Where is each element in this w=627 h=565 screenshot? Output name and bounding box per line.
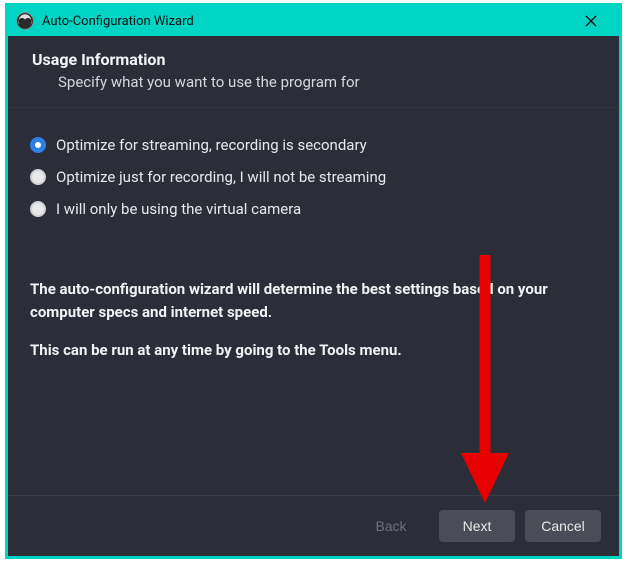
info-paragraph-1: The auto-configuration wizard will deter… (30, 278, 597, 325)
radio-icon (30, 201, 46, 217)
radio-label: Optimize just for recording, I will not … (56, 168, 386, 186)
page-subtitle: Specify what you want to use the program… (58, 73, 595, 91)
page-title: Usage Information (32, 50, 595, 69)
wizard-header: Usage Information Specify what you want … (8, 36, 619, 107)
wizard-button-bar: Back Next Cancel (8, 495, 619, 556)
wizard-content: Optimize for streaming, recording is sec… (8, 108, 619, 495)
next-button[interactable]: Next (439, 510, 515, 542)
radio-icon (30, 137, 46, 153)
radio-icon (30, 169, 46, 185)
radio-virtual-camera[interactable]: I will only be using the virtual camera (30, 200, 597, 218)
radio-label: I will only be using the virtual camera (56, 200, 301, 218)
obs-logo-icon (16, 12, 34, 30)
usage-radio-group: Optimize for streaming, recording is sec… (30, 136, 597, 218)
titlebar: Auto-Configuration Wizard (8, 6, 619, 36)
info-paragraph-2: This can be run at any time by going to … (30, 339, 597, 362)
close-button[interactable] (571, 6, 611, 36)
back-button: Back (353, 510, 429, 542)
radio-optimize-streaming[interactable]: Optimize for streaming, recording is sec… (30, 136, 597, 154)
wizard-window: Auto-Configuration Wizard Usage Informat… (5, 3, 622, 559)
close-icon (585, 15, 597, 27)
radio-optimize-recording[interactable]: Optimize just for recording, I will not … (30, 168, 597, 186)
cancel-button[interactable]: Cancel (525, 510, 601, 542)
window-title: Auto-Configuration Wizard (42, 14, 571, 29)
radio-label: Optimize for streaming, recording is sec… (56, 136, 367, 154)
